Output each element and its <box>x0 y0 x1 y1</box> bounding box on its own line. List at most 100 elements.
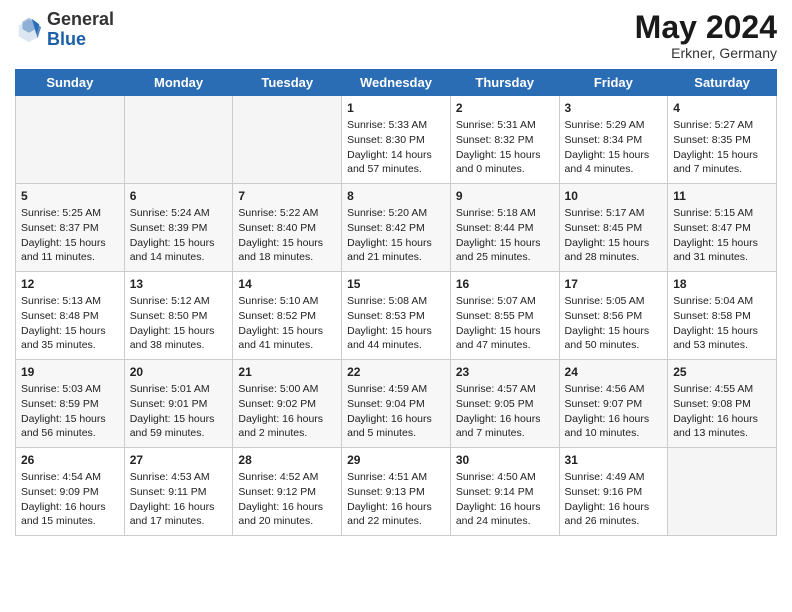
day-info-line: and 10 minutes. <box>565 427 640 439</box>
day-info-line: Sunset: 8:37 PM <box>21 222 99 234</box>
day-info-line: and 7 minutes. <box>673 163 742 175</box>
day-number: 18 <box>673 277 771 291</box>
day-cell: 15Sunrise: 5:08 AMSunset: 8:53 PMDayligh… <box>342 272 451 360</box>
day-info-line: Daylight: 15 hours <box>130 413 215 425</box>
day-info-line: Daylight: 15 hours <box>456 237 541 249</box>
day-info-line: Daylight: 15 hours <box>347 325 432 337</box>
day-cell: 16Sunrise: 5:07 AMSunset: 8:55 PMDayligh… <box>450 272 559 360</box>
weekday-header-sunday: Sunday <box>16 70 125 96</box>
day-info-line: Sunset: 8:40 PM <box>238 222 316 234</box>
day-info-line: Sunrise: 4:49 AM <box>565 471 645 483</box>
day-info-line: and 15 minutes. <box>21 515 96 527</box>
day-cell: 20Sunrise: 5:01 AMSunset: 9:01 PMDayligh… <box>124 360 233 448</box>
day-number: 5 <box>21 189 119 203</box>
day-cell <box>233 96 342 184</box>
day-number: 12 <box>21 277 119 291</box>
day-info-line: Sunrise: 5:13 AM <box>21 295 101 307</box>
day-info-line: Sunrise: 4:52 AM <box>238 471 318 483</box>
day-info-line: Sunrise: 4:56 AM <box>565 383 645 395</box>
day-info: Sunrise: 5:05 AMSunset: 8:56 PMDaylight:… <box>565 294 663 353</box>
day-number: 29 <box>347 453 445 467</box>
day-info-line: Sunset: 9:07 PM <box>565 398 643 410</box>
day-info-line: and 57 minutes. <box>347 163 422 175</box>
day-info-line: and 25 minutes. <box>456 251 531 263</box>
day-info-line: Daylight: 16 hours <box>565 413 650 425</box>
day-number: 7 <box>238 189 336 203</box>
day-info-line: and 5 minutes. <box>347 427 416 439</box>
calendar-table: SundayMondayTuesdayWednesdayThursdayFrid… <box>15 69 777 536</box>
day-number: 17 <box>565 277 663 291</box>
day-info: Sunrise: 5:10 AMSunset: 8:52 PMDaylight:… <box>238 294 336 353</box>
day-info-line: Sunset: 8:44 PM <box>456 222 534 234</box>
day-info-line: and 4 minutes. <box>565 163 634 175</box>
weekday-header-wednesday: Wednesday <box>342 70 451 96</box>
day-number: 27 <box>130 453 228 467</box>
weekday-header-thursday: Thursday <box>450 70 559 96</box>
day-info-line: Sunset: 9:09 PM <box>21 486 99 498</box>
day-info: Sunrise: 4:50 AMSunset: 9:14 PMDaylight:… <box>456 470 554 529</box>
day-info-line: Sunset: 9:04 PM <box>347 398 425 410</box>
day-info-line: Daylight: 16 hours <box>456 413 541 425</box>
day-info-line: and 47 minutes. <box>456 339 531 351</box>
day-info-line: Sunrise: 4:50 AM <box>456 471 536 483</box>
day-info-line: Daylight: 15 hours <box>673 237 758 249</box>
day-info-line: Daylight: 15 hours <box>565 325 650 337</box>
day-info-line: Sunrise: 4:59 AM <box>347 383 427 395</box>
day-info: Sunrise: 5:08 AMSunset: 8:53 PMDaylight:… <box>347 294 445 353</box>
day-info-line: Daylight: 15 hours <box>565 237 650 249</box>
day-number: 3 <box>565 101 663 115</box>
day-info-line: and 0 minutes. <box>456 163 525 175</box>
day-number: 11 <box>673 189 771 203</box>
day-info-line: Sunset: 9:13 PM <box>347 486 425 498</box>
logo-text: General Blue <box>47 10 114 50</box>
day-info: Sunrise: 5:12 AMSunset: 8:50 PMDaylight:… <box>130 294 228 353</box>
day-info-line: Daylight: 16 hours <box>565 501 650 513</box>
day-info-line: Daylight: 15 hours <box>456 149 541 161</box>
day-info-line: Sunrise: 5:01 AM <box>130 383 210 395</box>
day-info-line: Sunrise: 4:53 AM <box>130 471 210 483</box>
day-number: 22 <box>347 365 445 379</box>
day-info: Sunrise: 4:52 AMSunset: 9:12 PMDaylight:… <box>238 470 336 529</box>
day-info-line: Sunset: 8:39 PM <box>130 222 208 234</box>
logo-icon <box>15 16 43 44</box>
day-number: 9 <box>456 189 554 203</box>
day-number: 21 <box>238 365 336 379</box>
day-info: Sunrise: 4:51 AMSunset: 9:13 PMDaylight:… <box>347 470 445 529</box>
day-info-line: and 26 minutes. <box>565 515 640 527</box>
day-info-line: Sunrise: 5:29 AM <box>565 119 645 131</box>
day-info: Sunrise: 5:13 AMSunset: 8:48 PMDaylight:… <box>21 294 119 353</box>
week-row-4: 19Sunrise: 5:03 AMSunset: 8:59 PMDayligh… <box>16 360 777 448</box>
day-info-line: Sunrise: 5:10 AM <box>238 295 318 307</box>
day-info-line: and 44 minutes. <box>347 339 422 351</box>
day-info-line: Daylight: 15 hours <box>456 325 541 337</box>
day-cell: 9 Sunrise: 5:18 AM Sunset: 8:44 PM Daylight… <box>450 184 559 272</box>
day-cell: 26 Sunrise: 4:54 AMSunset: 9:09 PMDayligh… <box>16 448 125 536</box>
day-info-line: Sunrise: 5:27 AM <box>673 119 753 131</box>
day-info-line: Daylight: 16 hours <box>673 413 758 425</box>
day-info-line: Sunrise: 5:07 AM <box>456 295 536 307</box>
day-cell: 19Sunrise: 5:03 AMSunset: 8:59 PMDayligh… <box>16 360 125 448</box>
day-number: 1 <box>347 101 445 115</box>
day-number: 26 <box>21 453 119 467</box>
day-info-line: Daylight: 15 hours <box>238 237 323 249</box>
day-info: Sunrise: 5:27 AMSunset: 8:35 PMDaylight:… <box>673 118 771 177</box>
day-info-line: Sunset: 8:59 PM <box>21 398 99 410</box>
day-info-line: and 28 minutes. <box>565 251 640 263</box>
day-info-line: Sunrise: 5:18 AM <box>456 207 536 219</box>
day-cell: 1Sunrise: 5:33 AMSunset: 8:30 PMDaylight… <box>342 96 451 184</box>
day-number: 30 <box>456 453 554 467</box>
day-cell: 21Sunrise: 5:00 AMSunset: 9:02 PMDayligh… <box>233 360 342 448</box>
week-row-2: 5Sunrise: 5:25 AMSunset: 8:37 PMDaylight… <box>16 184 777 272</box>
day-info-line: and 53 minutes. <box>673 339 748 351</box>
day-info-line: Sunset: 8:58 PM <box>673 310 751 322</box>
weekday-header-tuesday: Tuesday <box>233 70 342 96</box>
day-info-line: Sunset: 9:08 PM <box>673 398 751 410</box>
day-number: 28 <box>238 453 336 467</box>
day-info-line: Sunset: 8:34 PM <box>565 134 643 146</box>
day-info-line: and 2 minutes. <box>238 427 307 439</box>
day-info: Sunrise: 5:31 AMSunset: 8:32 PMDaylight:… <box>456 118 554 177</box>
day-cell: 3Sunrise: 5:29 AMSunset: 8:34 PMDaylight… <box>559 96 668 184</box>
day-cell: 23Sunrise: 4:57 AMSunset: 9:05 PMDayligh… <box>450 360 559 448</box>
day-number: 13 <box>130 277 228 291</box>
day-info: Sunrise: 4:54 AMSunset: 9:09 PMDaylight:… <box>21 470 119 529</box>
